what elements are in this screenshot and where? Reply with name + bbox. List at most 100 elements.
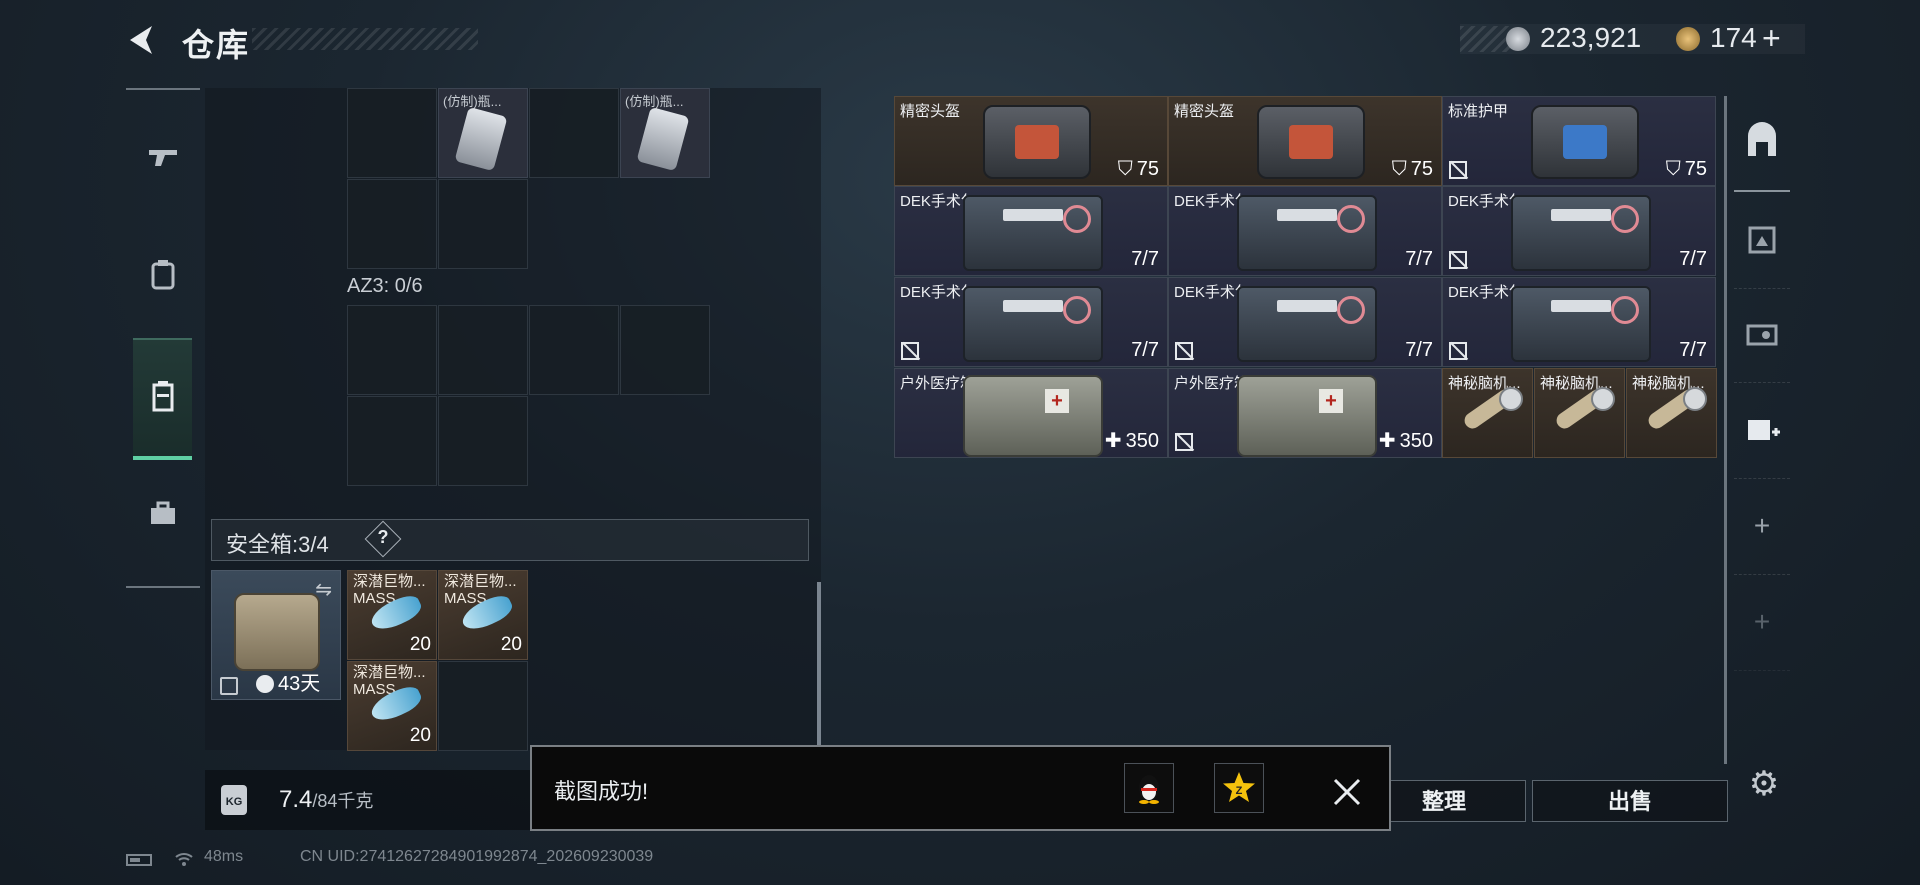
weight-current: 7.4 (279, 786, 313, 813)
warehouse-icon (1748, 122, 1776, 156)
plus-icon: ✚ (1104, 430, 1122, 452)
item-uses: 7/7 (1405, 339, 1433, 361)
fish-name: 深潜巨物... (444, 573, 517, 590)
backpack-icon[interactable] (143, 254, 183, 294)
svg-text:Z: Z (1236, 785, 1243, 797)
gold-currency-value: 174 (1710, 22, 1757, 53)
share-qzone-button[interactable]: Z (1214, 763, 1264, 813)
grid-cell[interactable] (347, 88, 437, 178)
clock-icon (256, 675, 274, 693)
no-trade-icon (1449, 161, 1467, 179)
armor-case-icon (1531, 105, 1639, 179)
helmet-case-icon (983, 105, 1091, 179)
surgery-kit-item[interactable]: DEK手术包 7/7 (1442, 186, 1716, 276)
no-trade-icon (1449, 342, 1467, 360)
grid-cell[interactable] (438, 179, 528, 269)
swap-icon[interactable]: ⇋ (315, 577, 332, 602)
az3-cell[interactable] (438, 305, 528, 395)
add-gold-button[interactable]: + (1762, 20, 1781, 57)
gold-coin-icon (1676, 27, 1700, 51)
item-count: 20 (409, 634, 431, 655)
toolbox-icon[interactable] (143, 494, 183, 534)
add-slot-button[interactable] (1734, 670, 1790, 740)
first-aid-kit-icon (1511, 195, 1651, 271)
storage-tab-3[interactable] (1734, 286, 1790, 383)
item-value: ⛉ 75 (1118, 158, 1159, 181)
close-icon[interactable] (1325, 770, 1369, 814)
item-value: ⛉ 75 (1392, 158, 1433, 181)
plus-icon: ✚ (1378, 430, 1396, 452)
helmet-item[interactable]: 精密头盔 ⛉ 75 (1168, 96, 1442, 186)
first-aid-kit-icon (963, 195, 1103, 271)
first-aid-kit-icon (963, 286, 1103, 362)
item-uses: 7/7 (1131, 248, 1159, 270)
fish-item[interactable]: 深潜巨物... MASS 20 (347, 661, 437, 751)
case-icon (1746, 324, 1778, 346)
helmet-case-icon (1257, 105, 1365, 179)
outdoor-medkit-item[interactable]: 户外医疗箱 + ✚ 350 (1168, 368, 1442, 458)
toast-message: 截图成功! (554, 779, 649, 804)
bottle-item[interactable]: (仿制)瓶... (438, 88, 528, 178)
item-value: ⛉ 75 (1666, 158, 1707, 181)
grid-cell[interactable] (438, 661, 528, 751)
shield-icon: ⛉ (1391, 158, 1407, 180)
chip-icon (1499, 387, 1523, 411)
share-qq-button[interactable] (1124, 763, 1174, 813)
brain-chip-item[interactable]: 神秘脑机... (1626, 368, 1717, 458)
az3-cell[interactable] (347, 396, 437, 486)
grid-cell[interactable] (529, 88, 619, 178)
no-trade-icon (1449, 251, 1467, 269)
grid-cell[interactable] (347, 179, 437, 269)
bottle-icon (636, 106, 690, 172)
fish-item[interactable]: 深潜巨物... MASS 20 (347, 570, 437, 660)
storage-tab-main[interactable] (1734, 94, 1790, 191)
item-name: 精密头盔 (900, 103, 961, 120)
sell-button[interactable]: 出售 (1532, 780, 1728, 822)
az3-cell[interactable] (620, 305, 710, 395)
surgery-kit-item[interactable]: DEK手术包 7/7 (1168, 277, 1442, 367)
safe-box-slot[interactable]: ⇋ 43天 (211, 570, 341, 700)
back-chevron-icon[interactable] (122, 20, 162, 60)
first-aid-kit-icon (1237, 195, 1377, 271)
storage-tab-2[interactable] (1734, 190, 1790, 289)
no-trade-icon (901, 342, 919, 360)
item-uses: 7/7 (1679, 248, 1707, 270)
az3-cell[interactable] (529, 305, 619, 395)
brain-chip-item[interactable]: 神秘脑机... (1442, 368, 1533, 458)
medkit-icon: + (1237, 375, 1377, 457)
add-slot-button[interactable]: + (1734, 478, 1790, 575)
az3-cell[interactable] (347, 305, 437, 395)
no-trade-icon (1175, 342, 1193, 360)
left-scrollbar[interactable] (817, 582, 821, 748)
heal-value: 350 (1399, 430, 1433, 452)
surgery-kit-item[interactable]: DEK手术包 7/7 (1442, 277, 1716, 367)
add-storage-tab[interactable] (1734, 382, 1790, 479)
no-trade-icon (1175, 433, 1193, 451)
weapon-icon[interactable] (143, 136, 183, 176)
weight-display: 7.4/84千克 (279, 786, 373, 814)
box-icon (1748, 226, 1776, 254)
shield-icon: ⛉ (1665, 158, 1681, 180)
gear-icon[interactable]: ⚙ (1744, 764, 1784, 804)
ping-display: 48ms (204, 848, 244, 865)
outdoor-medkit-item[interactable]: 户外医疗箱 + ✚ 350 (894, 368, 1168, 458)
silver-currency-value: 223,921 (1540, 22, 1642, 53)
bottle-item[interactable]: (仿制)瓶... (620, 88, 710, 178)
sidebar-item-safe-box[interactable] (133, 338, 192, 460)
add-slot-button[interactable]: + (1734, 574, 1790, 671)
surgery-kit-item[interactable]: DEK手术包 7/7 (894, 186, 1168, 276)
lock-icon (220, 677, 238, 695)
fish-item[interactable]: 深潜巨物... MASS 20 (438, 570, 528, 660)
brain-chip-item[interactable]: 神秘脑机... (1534, 368, 1625, 458)
surgery-kit-item[interactable]: DEK手术包 7/7 (1168, 186, 1442, 276)
safe-box-icon (152, 381, 174, 412)
item-name: 标准护甲 (1448, 103, 1509, 120)
durability-value: 75 (1684, 158, 1707, 180)
item-count: 20 (409, 725, 431, 746)
helmet-item[interactable]: 精密头盔 ⛉ 75 (894, 96, 1168, 186)
right-scrollbar[interactable] (1724, 96, 1727, 764)
surgery-kit-item[interactable]: DEK手术包 7/7 (894, 277, 1168, 367)
heal-value: 350 (1125, 430, 1159, 452)
az3-cell[interactable] (438, 396, 528, 486)
armor-item[interactable]: 标准护甲 ⛉ 75 (1442, 96, 1716, 186)
